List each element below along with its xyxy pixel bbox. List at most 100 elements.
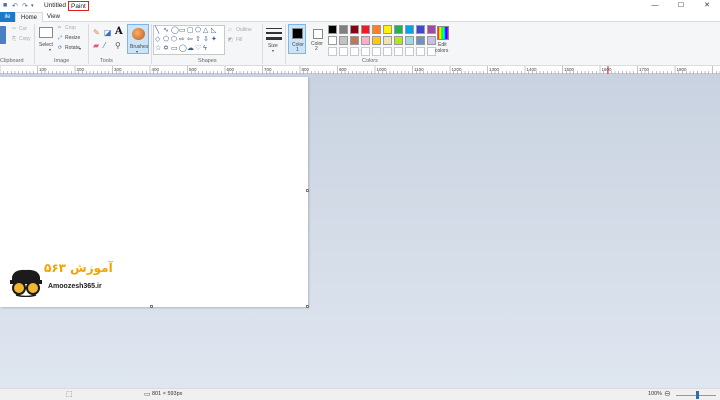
- custom-palette-slot[interactable]: [394, 47, 403, 56]
- rounded-callout-shape-icon[interactable]: ▭: [171, 45, 178, 52]
- palette-swatch[interactable]: [328, 36, 337, 45]
- close-button[interactable]: ✕: [694, 0, 720, 12]
- minimize-button[interactable]: —: [642, 0, 668, 12]
- custom-palette-slot[interactable]: [339, 47, 348, 56]
- rotate-dropdown-icon[interactable]: ▾: [79, 46, 81, 51]
- palette-swatch[interactable]: [372, 25, 381, 34]
- palette-swatch[interactable]: [383, 36, 392, 45]
- left-arrow-shape-icon[interactable]: ⇦: [187, 36, 193, 43]
- undo-icon[interactable]: ↶: [12, 2, 18, 10]
- crop-button[interactable]: Crop: [65, 25, 76, 31]
- six-point-star-shape-icon[interactable]: ✡: [163, 45, 169, 52]
- tab-file[interactable]: ile: [0, 12, 15, 22]
- palette-swatch[interactable]: [405, 36, 414, 45]
- divider: [34, 24, 35, 64]
- custom-palette-slot[interactable]: [405, 47, 414, 56]
- fill-button[interactable]: Fill: [236, 37, 242, 43]
- rectangle-shape-icon[interactable]: ▭: [179, 27, 186, 34]
- ruler-tick-label: 100: [39, 67, 47, 72]
- maximize-button[interactable]: ☐: [668, 0, 694, 12]
- zoom-out-icon[interactable]: ⊖: [664, 389, 671, 398]
- resize-handle-right[interactable]: [306, 189, 309, 192]
- selection-size-icon: ⬚: [66, 391, 73, 398]
- drawing-canvas[interactable]: آموزش ۳۶۵ Amoozesh365.ir: [0, 77, 308, 307]
- palette-swatch[interactable]: [372, 36, 381, 45]
- custom-palette-slot[interactable]: [383, 47, 392, 56]
- rotate-button[interactable]: Rotate: [65, 45, 80, 51]
- size-icon[interactable]: [266, 28, 282, 42]
- oval-callout-shape-icon[interactable]: ◯: [179, 45, 187, 52]
- paste-icon[interactable]: [0, 26, 6, 44]
- palette-swatch[interactable]: [427, 36, 436, 45]
- copy-button[interactable]: Copy: [19, 36, 31, 42]
- zoom-slider-thumb[interactable]: [696, 391, 699, 399]
- palette-swatch[interactable]: [394, 36, 403, 45]
- quick-access-dropdown-icon[interactable]: ▾: [31, 3, 34, 9]
- custom-palette-slot[interactable]: [361, 47, 370, 56]
- size-dropdown-icon[interactable]: ▾: [272, 48, 274, 53]
- down-arrow-shape-icon[interactable]: ⇩: [203, 36, 209, 43]
- palette-swatch[interactable]: [394, 25, 403, 34]
- custom-palette-slot[interactable]: [416, 47, 425, 56]
- save-icon[interactable]: ■: [3, 2, 7, 9]
- pencil-icon[interactable]: ✎: [93, 28, 100, 37]
- resize-button[interactable]: Resize: [65, 35, 80, 41]
- text-tool-icon[interactable]: A: [115, 26, 123, 37]
- palette-swatch[interactable]: [416, 25, 425, 34]
- magnifier-icon[interactable]: ⚲: [115, 41, 121, 50]
- palette-swatch[interactable]: [427, 25, 436, 34]
- cut-button[interactable]: Cut: [19, 26, 27, 32]
- edit-colors-icon[interactable]: [437, 26, 449, 40]
- up-arrow-shape-icon[interactable]: ⇧: [195, 36, 201, 43]
- triangle-shape-icon[interactable]: △: [203, 27, 208, 34]
- tab-home[interactable]: Home: [15, 12, 44, 22]
- watermark-url-text: Amoozesh365.ir: [48, 283, 102, 290]
- outline-button[interactable]: Outline: [236, 27, 252, 33]
- palette-swatch[interactable]: [350, 36, 359, 45]
- palette-swatch[interactable]: [361, 36, 370, 45]
- oval-shape-icon[interactable]: ◯: [171, 27, 179, 34]
- custom-palette-slot[interactable]: [350, 47, 359, 56]
- rounded-rectangle-shape-icon[interactable]: ▢: [187, 27, 194, 34]
- custom-palette-slot[interactable]: [328, 47, 337, 56]
- resize-handle-corner[interactable]: [306, 305, 309, 308]
- diamond-shape-icon[interactable]: ◇: [155, 36, 160, 43]
- heart-shape-icon[interactable]: ♡: [195, 45, 201, 52]
- curve-shape-icon[interactable]: ∿: [163, 27, 169, 34]
- five-point-star-shape-icon[interactable]: ☆: [155, 45, 161, 52]
- lightning-shape-icon[interactable]: ϟ: [203, 45, 207, 52]
- ruler-tick-label: 400: [152, 67, 160, 72]
- hexagon-shape-icon[interactable]: ⬡: [171, 36, 177, 43]
- palette-swatch[interactable]: [383, 25, 392, 34]
- color2-button[interactable]: Color 2: [310, 24, 326, 54]
- ribbon: ✂ Cut ⎘ Copy Clipboard Select ▾ ⌗ Crop ⤢…: [0, 22, 720, 66]
- right-arrow-shape-icon[interactable]: ⇨: [179, 36, 185, 43]
- palette-swatch[interactable]: [339, 36, 348, 45]
- pentagon-shape-icon[interactable]: ⬠: [163, 36, 169, 43]
- select-dropdown-icon[interactable]: ▾: [49, 47, 51, 52]
- edit-colors-label-2[interactable]: colors: [435, 48, 448, 54]
- cloud-callout-shape-icon[interactable]: ☁: [187, 45, 194, 52]
- shapes-gallery[interactable]: ╲ ∿ ◯ ▭ ▢ ⬠ △ ◺ ◇ ⬠ ⬡ ⇨ ⇦ ⇧ ⇩ ✦ ☆ ✡ ▭ ◯ …: [153, 25, 225, 55]
- tab-view[interactable]: View: [42, 12, 65, 22]
- custom-palette-slot[interactable]: [372, 47, 381, 56]
- color-picker-icon[interactable]: ⁄: [104, 41, 105, 50]
- four-point-star-shape-icon[interactable]: ✦: [211, 36, 217, 43]
- palette-swatch[interactable]: [328, 25, 337, 34]
- palette-swatch[interactable]: [350, 25, 359, 34]
- line-shape-icon[interactable]: ╲: [155, 27, 159, 34]
- palette-swatch[interactable]: [416, 36, 425, 45]
- polygon-shape-icon[interactable]: ⬠: [195, 27, 201, 34]
- palette-swatch[interactable]: [361, 25, 370, 34]
- color1-button[interactable]: Color 1: [288, 24, 306, 54]
- right-triangle-shape-icon[interactable]: ◺: [211, 27, 216, 34]
- redo-icon[interactable]: ↷: [22, 2, 28, 10]
- eraser-icon[interactable]: ▰: [93, 41, 99, 50]
- mascot-logo-icon: [10, 269, 42, 297]
- palette-swatch[interactable]: [405, 25, 414, 34]
- select-icon[interactable]: [39, 27, 53, 38]
- resize-handle-bottom[interactable]: [150, 305, 153, 308]
- palette-swatch[interactable]: [339, 25, 348, 34]
- brushes-button[interactable]: Brushes ▾: [127, 24, 149, 54]
- fill-bucket-icon[interactable]: ◪: [104, 28, 112, 37]
